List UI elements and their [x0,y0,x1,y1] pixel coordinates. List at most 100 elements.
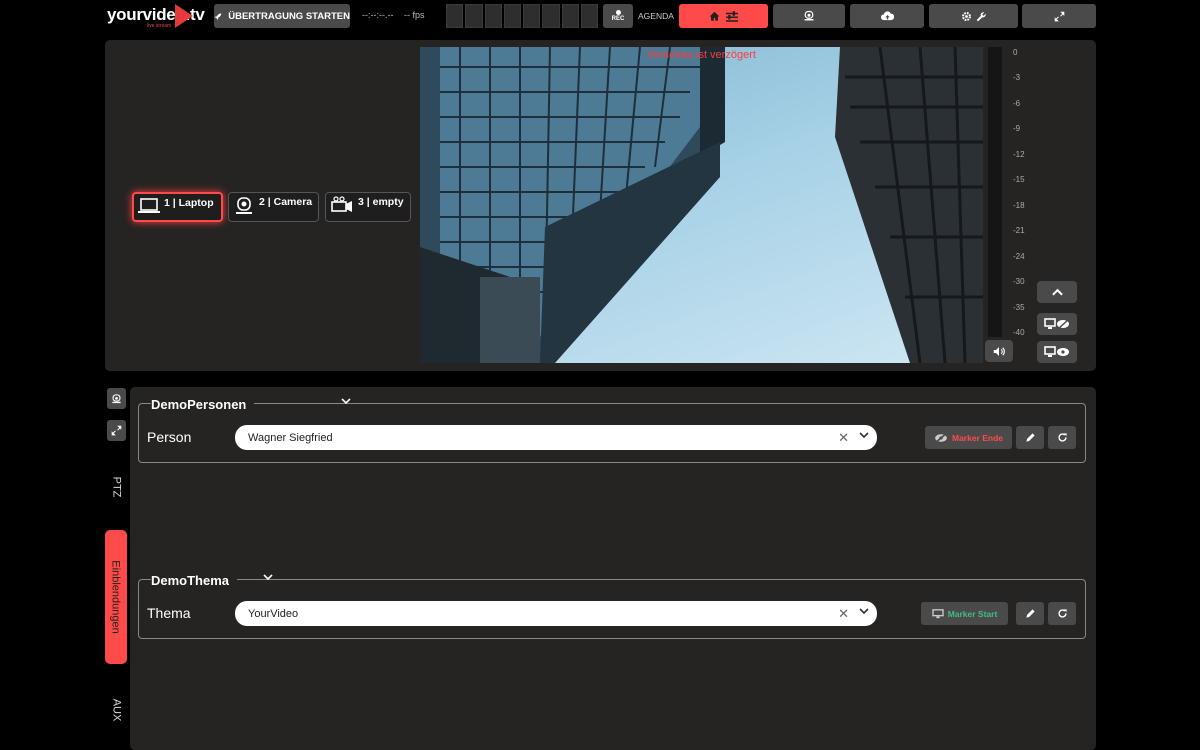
top-bar: yourvideo.tv live stream ÜBERTRAGUNG STA… [0,0,1200,34]
tab-overlays[interactable]: Einblendungen [105,530,127,664]
clear-icon[interactable]: ✕ [838,430,849,446]
wrench-icon [976,11,986,21]
pencil-icon [1025,609,1035,618]
video-camera-icon [331,196,352,212]
tab-ptz-label: PTZ [110,476,122,498]
fullscreen-button[interactable] [1022,4,1096,28]
meter-cell [523,4,541,28]
refresh-icon [1057,609,1067,618]
chevron-down-icon[interactable] [263,573,273,584]
start-broadcast-button[interactable]: ÜBERTRAGUNG STARTEN [214,4,350,28]
marker-start-button[interactable]: Marker Start [921,602,1008,625]
source-label: 3 | empty [358,196,404,208]
hide-overlay-button[interactable] [1037,313,1077,335]
person-select[interactable]: Wagner Siegfried ✕ [235,425,877,450]
chevron-down-icon[interactable] [341,397,351,408]
refresh-icon [1057,433,1067,442]
home-mixer-button[interactable] [679,4,768,28]
sidebar-ptz-button[interactable] [107,388,126,409]
tab-ptz[interactable]: PTZ [105,460,127,514]
source-button-camera[interactable]: 2 | Camera [228,192,319,222]
chevron-up-icon [1051,288,1063,296]
brand-tagline: live stream [147,23,172,29]
level-meters [446,4,598,28]
vu-tick: -40 [1013,328,1025,337]
meter-cell [542,4,560,28]
sidebar-expand-button[interactable] [107,420,126,441]
source-button-empty[interactable]: 3 | empty [325,192,411,222]
vu-tick: -9 [1013,124,1021,133]
vu-tick: -21 [1013,226,1025,235]
vu-tick: -6 [1013,99,1021,108]
record-button[interactable]: REC [603,4,633,28]
pencil-icon [1025,433,1035,442]
ptz-camera-button[interactable] [773,4,845,28]
edit-button[interactable] [1016,602,1044,625]
preview-video: Vorschau ist verzögert [420,47,983,363]
meter-cell [580,4,598,28]
group-title: DemoThema [151,573,238,588]
record-label: REC [611,15,625,22]
marker-start-label: Marker Start [947,608,998,619]
gear-icon [961,11,971,21]
meter-cell [561,4,579,28]
monitor-icon [932,608,944,618]
tab-aux[interactable]: AUX [105,685,127,735]
sliders-icon [726,10,738,22]
tab-aux-label: AUX [110,698,122,722]
stream-timer: --:--:--.-- [362,10,394,20]
ptz-camera-icon [236,197,252,214]
vu-tick: -15 [1013,175,1025,184]
collapse-up-button[interactable] [1037,281,1077,303]
group-title: DemoPersonen [151,397,255,412]
expand-icon [1054,11,1064,21]
speaker-icon [993,346,1005,356]
settings-button[interactable] [929,4,1018,28]
record-dot-icon [615,9,621,15]
field-label-person: Person [147,429,192,445]
vu-tick: -35 [1013,303,1025,312]
chevron-down-icon[interactable] [859,606,869,618]
refresh-button[interactable] [1048,426,1076,449]
audio-vu-meter [988,47,1002,337]
eye-off-icon [935,432,947,443]
cloud-upload-icon [880,10,894,20]
expand-icon [111,425,122,436]
preview-delay-warning: Vorschau ist verzögert [647,49,756,61]
vu-tick: -24 [1013,252,1025,261]
home-icon [709,11,720,21]
chevron-down-icon[interactable] [859,430,869,442]
cloud-upload-button[interactable] [850,4,924,28]
person-select-value: Wagner Siegfried [248,431,333,444]
preview-image [420,47,983,363]
vu-tick: -30 [1013,277,1025,286]
start-broadcast-label: ÜBERTRAGUNG STARTEN [228,10,350,22]
source-label: 1 | Laptop [164,197,214,209]
edit-button[interactable] [1016,426,1044,449]
tab-overlays-label: Einblendungen [110,560,122,634]
meter-cell [465,4,483,28]
source-label: 2 | Camera [259,196,313,208]
ptz-camera-icon [804,10,814,21]
vu-tick: 0 [1013,48,1018,57]
fps-readout: -- fps [404,10,425,20]
volume-button[interactable] [985,340,1013,362]
marker-end-button[interactable]: Marker Ende [925,426,1012,449]
clear-icon[interactable]: ✕ [838,606,849,622]
vu-tick: -12 [1013,150,1025,159]
vu-tick: -3 [1013,73,1021,82]
show-overlay-button[interactable] [1037,341,1077,363]
ptz-camera-icon [112,393,121,403]
field-label-topic: Thema [147,605,191,621]
agenda-label: AGENDA [638,11,674,21]
laptop-icon [138,198,160,213]
source-button-laptop[interactable]: 1 | Laptop [132,192,223,222]
meter-cell [503,4,521,28]
meter-cell [484,4,502,28]
marker-end-label: Marker Ende [951,432,1004,443]
refresh-button[interactable] [1048,602,1076,625]
vu-tick: -18 [1013,201,1025,210]
meter-cell [446,4,464,28]
monitor-eye-off-icon [1044,318,1070,330]
topic-select[interactable]: YourVideo ✕ [235,601,877,626]
